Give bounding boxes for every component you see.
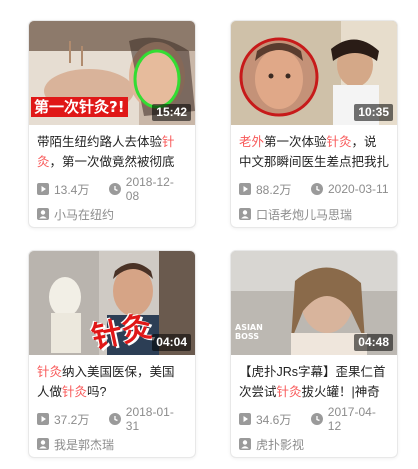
video-title[interactable]: 【虎扑JRs字幕】歪果仁首次尝试针灸拔火罐！|神奇的: [239, 362, 389, 402]
publish-date: 2018-12-08: [125, 175, 174, 203]
video-duration: 10:35: [354, 104, 393, 121]
author-name: 我是郭杰瑞: [54, 437, 115, 452]
video-title[interactable]: 带陌生纽约路人去体验针灸，第一次做竟然被彻底征: [37, 132, 187, 172]
title-keyword: 针灸: [276, 385, 302, 399]
title-keyword: 老外: [239, 135, 265, 149]
video-thumbnail[interactable]: 第一次针灸?! 15:42: [29, 21, 195, 125]
title-keyword: 针灸: [326, 135, 352, 149]
view-count: 88.2万: [256, 182, 292, 197]
user-icon: [37, 438, 49, 450]
author-name: 小马在纽约: [54, 207, 115, 222]
publish-date: 2018-01-31: [125, 405, 174, 433]
video-meta: 34.6万 2017-04-12: [239, 405, 389, 433]
video-title[interactable]: 老外第一次体验针灸，说中文那瞬间医生差点把我扎: [239, 132, 389, 172]
title-segment: 第一次体验: [264, 135, 327, 149]
author-name: 口语老炮儿马思瑞: [256, 207, 353, 222]
view-count: 37.2万: [54, 412, 90, 427]
video-card[interactable]: 第一次针灸?! 15:42 带陌生纽约路人去体验针灸，第一次做竟然被彻底征 13…: [28, 20, 196, 228]
title-segment: ，第一次做竟然被彻底征: [49, 155, 175, 169]
play-icon: [239, 413, 251, 425]
video-thumbnail[interactable]: ASIAN BOSS 04:48: [231, 251, 397, 355]
video-meta: 88.2万 2020-03-11: [239, 181, 389, 197]
video-author[interactable]: 小马在纽约: [37, 206, 187, 222]
video-duration: 15:42: [152, 104, 191, 121]
view-count: 34.6万: [256, 412, 292, 427]
thumbnail-caption: ASIAN BOSS: [235, 323, 263, 341]
user-icon: [239, 208, 251, 220]
video-meta: 13.4万 2018-12-08: [37, 175, 187, 203]
video-thumbnail[interactable]: 10:35: [231, 21, 397, 125]
video-title[interactable]: 针灸纳入美国医保，美国人做针灸吗?: [37, 362, 187, 402]
user-icon: [37, 208, 49, 220]
clock-icon: [311, 183, 323, 195]
clock-icon: [310, 413, 323, 425]
publish-date: 2020-03-11: [328, 182, 389, 196]
title-keyword: 针灸: [37, 365, 63, 379]
video-card[interactable]: 针灸 04:04 针灸纳入美国医保，美国人做针灸吗? 37.2万 2018-01…: [28, 250, 196, 458]
view-count: 13.4万: [54, 182, 90, 197]
play-icon: [37, 413, 49, 425]
author-name: 虎扑影视: [256, 437, 305, 452]
video-meta: 37.2万 2018-01-31: [37, 405, 187, 433]
clock-icon: [108, 413, 121, 425]
title-segment: 吗?: [87, 385, 107, 399]
title-keyword: 针灸: [62, 385, 88, 399]
video-thumbnail[interactable]: 针灸 04:04: [29, 251, 195, 355]
video-card[interactable]: 10:35 老外第一次体验针灸，说中文那瞬间医生差点把我扎 88.2万 2020…: [230, 20, 398, 228]
video-card[interactable]: ASIAN BOSS 04:48 【虎扑JRs字幕】歪果仁首次尝试针灸拔火罐！|…: [230, 250, 398, 458]
video-duration: 04:48: [354, 334, 393, 351]
video-author[interactable]: 我是郭杰瑞: [37, 436, 187, 452]
clock-icon: [108, 183, 121, 195]
title-segment: 带陌生纽约路人去体验: [37, 135, 163, 149]
thumbnail-caption: 第一次针灸?!: [31, 97, 128, 117]
video-duration: 04:04: [152, 334, 191, 351]
user-icon: [239, 438, 251, 450]
play-icon: [239, 183, 251, 195]
video-author[interactable]: 虎扑影视: [239, 436, 389, 452]
publish-date: 2017-04-12: [327, 405, 376, 433]
play-icon: [37, 183, 49, 195]
video-author[interactable]: 口语老炮儿马思瑞: [239, 206, 389, 222]
